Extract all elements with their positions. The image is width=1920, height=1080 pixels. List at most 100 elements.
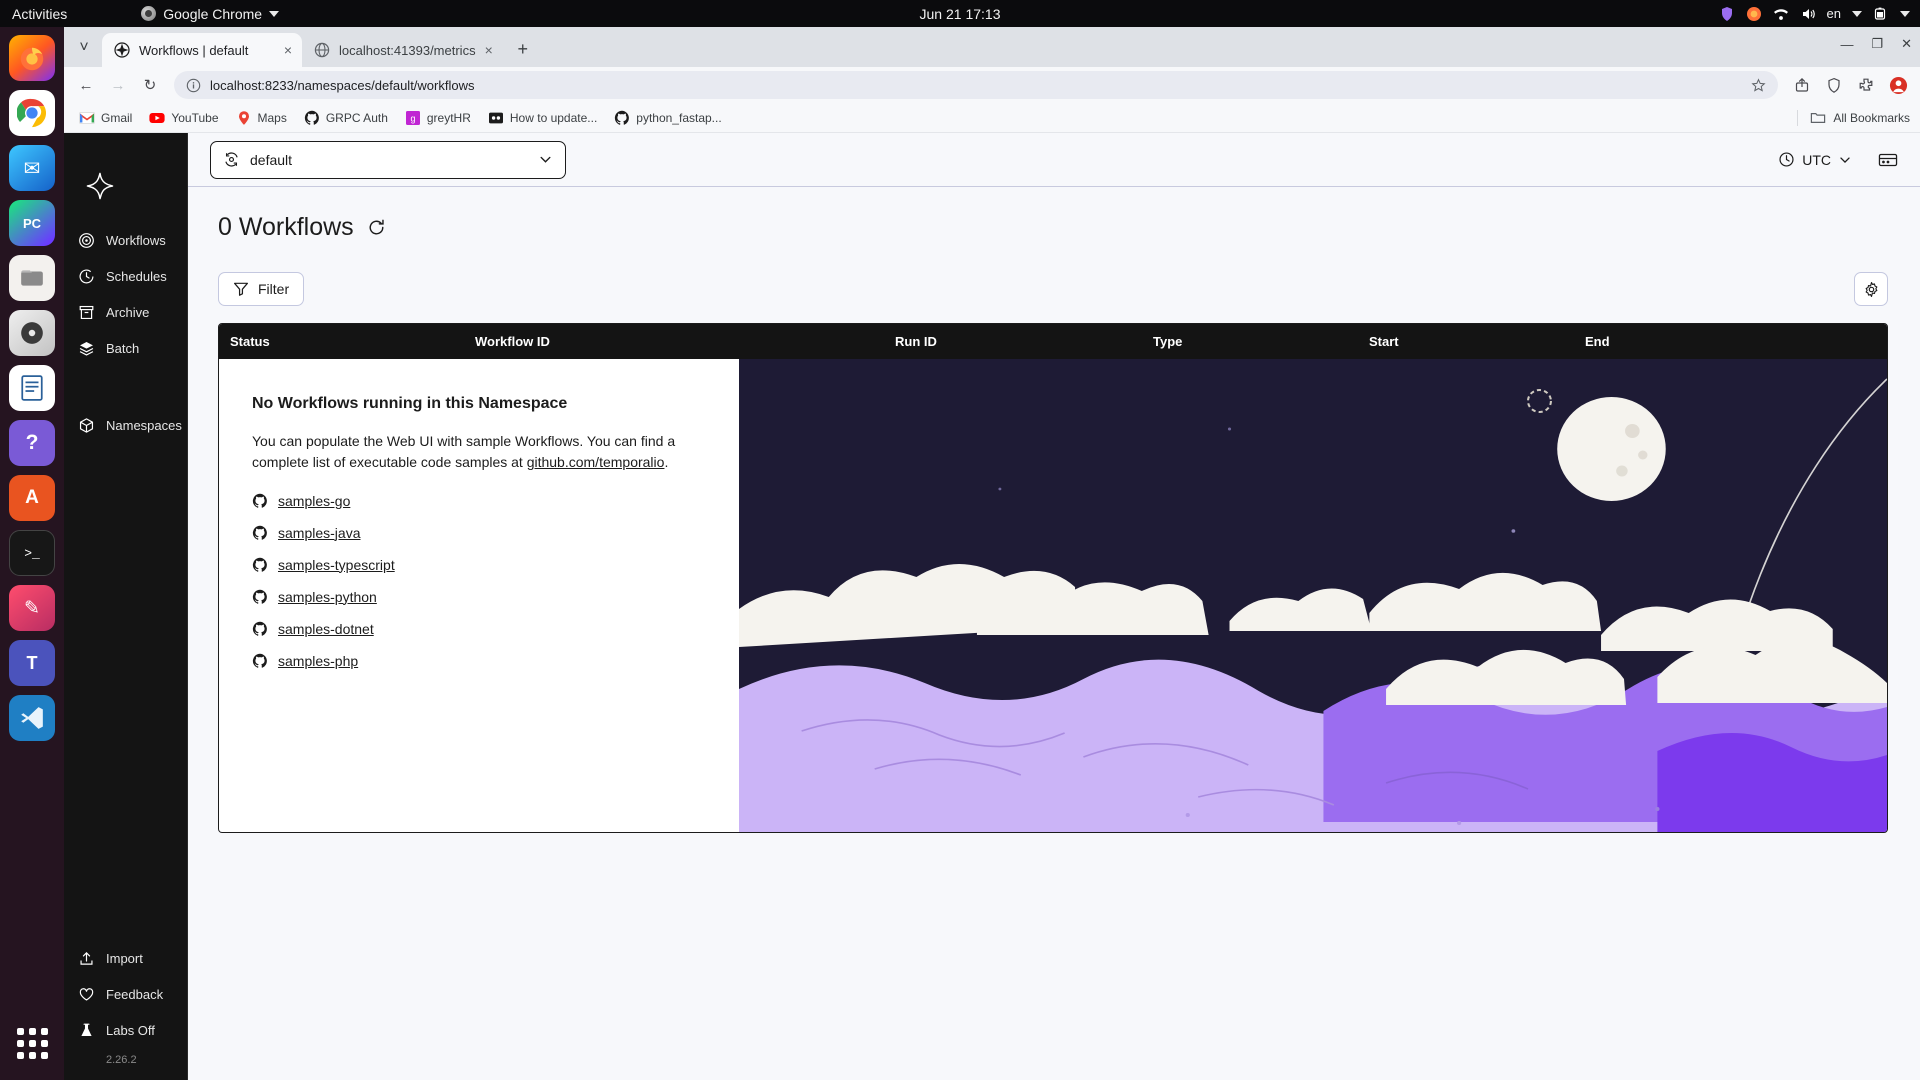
sidebar-item-labs[interactable]: Labs Off [70, 1015, 181, 1046]
profile-avatar-icon[interactable] [1884, 71, 1912, 99]
dock-item-editor[interactable]: ✎ [9, 585, 55, 631]
tab-close-icon[interactable]: × [485, 43, 493, 57]
chevron-down-icon[interactable] [1838, 153, 1852, 167]
sample-link-label[interactable]: samples-go [278, 493, 350, 509]
temporalio-github-link[interactable]: github.com/temporalio [527, 454, 665, 470]
dock-item-help[interactable]: ? [9, 420, 55, 466]
sample-link-label[interactable]: samples-php [278, 653, 358, 669]
github-icon [304, 110, 319, 125]
keyboard-caret-down-icon [1852, 10, 1862, 17]
bookmark-python-fastapi[interactable]: python_fastap... [607, 106, 728, 130]
back-button[interactable]: ← [72, 71, 100, 99]
bookmark-how-to-update[interactable]: How to update... [481, 106, 604, 130]
sidebar-item-import[interactable]: Import [70, 943, 181, 974]
sidebar-item-batch[interactable]: Batch [70, 333, 181, 364]
timezone-select[interactable]: UTC [1778, 151, 1852, 168]
sample-link-row[interactable]: samples-dotnet [252, 621, 705, 637]
temporal-logo-icon[interactable] [64, 147, 187, 225]
firefox-tray-icon[interactable] [1746, 6, 1762, 22]
sample-link-row[interactable]: samples-php [252, 653, 705, 669]
shield-icon[interactable] [1719, 6, 1735, 22]
bookmark-gmail[interactable]: Gmail [72, 106, 139, 130]
minimize-button[interactable]: — [1840, 37, 1853, 52]
bookmark-maps[interactable]: Maps [229, 106, 294, 130]
dock-item-ms-teams[interactable]: T [9, 640, 55, 686]
star-icon[interactable] [1751, 77, 1766, 93]
sample-link-label[interactable]: samples-typescript [278, 557, 395, 573]
sidebar-item-archive[interactable]: Archive [70, 297, 181, 328]
window-controls: — ❐ ✕ [1840, 36, 1912, 52]
tab-metrics[interactable]: localhost:41393/metrics × [302, 33, 503, 67]
sidebar-item-schedules[interactable]: Schedules [70, 261, 181, 292]
shield-icon[interactable] [1820, 71, 1848, 99]
forward-button[interactable]: → [104, 71, 132, 99]
sample-link-row[interactable]: samples-typescript [252, 557, 705, 573]
column-header-workflow-id[interactable]: Workflow ID [464, 334, 884, 349]
dock-item-libreoffice-writer[interactable] [9, 365, 55, 411]
github-icon [252, 557, 267, 572]
filter-button[interactable]: Filter [218, 272, 305, 306]
data-encoder-icon[interactable] [1878, 150, 1898, 170]
activities-button[interactable]: Activities [0, 6, 81, 22]
sample-link-row[interactable]: samples-go [252, 493, 705, 509]
dock-item-terminal[interactable]: >_ [9, 530, 55, 576]
column-header-run-id[interactable]: Run ID [884, 334, 1142, 349]
empty-state-panel: No Workflows running in this Namespace Y… [219, 359, 739, 832]
show-applications-button[interactable] [9, 1020, 55, 1066]
tab-close-icon[interactable]: × [284, 43, 292, 57]
column-header-start[interactable]: Start [1358, 334, 1574, 349]
empty-state-title: No Workflows running in this Namespace [252, 395, 568, 412]
dock-item-thunderbird[interactable]: ✉ [9, 145, 55, 191]
bookmark-greythr[interactable]: g greytHR [398, 106, 478, 130]
power-caret-down-icon[interactable] [1900, 10, 1910, 17]
share-icon[interactable] [1788, 71, 1816, 99]
moon-clouds-mountains-illustration [739, 359, 1887, 832]
keyboard-layout-label[interactable]: en [1827, 6, 1841, 21]
sidebar-item-workflows[interactable]: Workflows [70, 225, 181, 256]
volume-icon[interactable] [1800, 6, 1816, 22]
tab-search-chevron-down-icon[interactable]: ˅ [70, 34, 98, 62]
dock-item-pycharm[interactable]: PC [9, 200, 55, 246]
ubuntu-software-icon: A [25, 487, 39, 508]
battery-icon[interactable] [1873, 6, 1889, 22]
network-icon[interactable] [1773, 6, 1789, 22]
column-header-type[interactable]: Type [1142, 334, 1358, 349]
dock-item-files[interactable] [9, 255, 55, 301]
reload-button[interactable]: ↻ [136, 71, 164, 99]
dock-item-ubuntu-software[interactable]: A [9, 475, 55, 521]
info-circle-icon[interactable] [186, 78, 201, 93]
tab-workflows[interactable]: Workflows | default × [102, 33, 302, 67]
chrome-window: ˅ Workflows | default × localhost:41393/… [64, 27, 1920, 1080]
dock-item-rhythmbox[interactable] [9, 310, 55, 356]
chevron-down-icon[interactable] [538, 152, 553, 167]
sidebar-item-label: Workflows [106, 233, 166, 248]
empty-state-description: You can populate the Web UI with sample … [252, 431, 705, 474]
current-app-menu[interactable]: Google Chrome [141, 6, 280, 22]
column-header-end[interactable]: End [1574, 334, 1887, 349]
sidebar-item-namespaces[interactable]: Namespaces [70, 410, 182, 441]
url-text[interactable]: localhost:8233/namespaces/default/workfl… [210, 78, 1742, 93]
table-settings-button[interactable] [1854, 272, 1888, 306]
sample-link-label[interactable]: samples-python [278, 589, 377, 605]
dock-item-chrome[interactable] [9, 90, 55, 136]
all-bookmarks-button[interactable]: All Bookmarks [1797, 109, 1910, 126]
sample-link-row[interactable]: samples-python [252, 589, 705, 605]
namespace-select[interactable]: default [210, 140, 566, 179]
extensions-icon[interactable] [1852, 71, 1880, 99]
refresh-icon[interactable] [367, 218, 386, 237]
address-bar[interactable]: localhost:8233/namespaces/default/workfl… [174, 71, 1778, 99]
maximize-button[interactable]: ❐ [1871, 36, 1883, 52]
sample-link-label[interactable]: samples-java [278, 525, 360, 541]
sample-link-row[interactable]: samples-java [252, 525, 705, 541]
bookmark-grpc-auth[interactable]: GRPC Auth [297, 106, 395, 130]
sidebar-item-feedback[interactable]: Feedback [70, 979, 181, 1010]
dock-item-firefox[interactable] [9, 35, 55, 81]
dock-item-vs-code[interactable] [9, 695, 55, 741]
column-header-status[interactable]: Status [219, 334, 464, 349]
new-tab-button[interactable]: + [509, 35, 537, 63]
clock-icon [1779, 152, 1794, 167]
gnome-clock[interactable]: Jun 21 17:13 [0, 6, 1920, 22]
sample-link-label[interactable]: samples-dotnet [278, 621, 374, 637]
bookmark-youtube[interactable]: YouTube [142, 106, 225, 130]
close-window-button[interactable]: ✕ [1901, 36, 1912, 52]
